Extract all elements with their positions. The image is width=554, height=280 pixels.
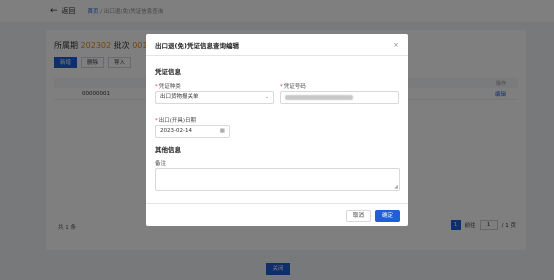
voucher-type-select[interactable]: 出口货物报关单 ⌄ (155, 91, 274, 104)
dialog-title: 出口退(免)凭证信息查询编辑 (155, 41, 239, 50)
section-voucher-title: 凭证信息 (155, 68, 181, 76)
resize-handle-icon[interactable]: ◢ (394, 184, 398, 190)
dialog-footer: 取消 确定 (146, 203, 408, 226)
voucher-type-value: 出口货物报关单 (160, 94, 199, 100)
edit-dialog: 出口退(免)凭证信息查询编辑 × 凭证信息 *凭证种类 出口货物报关单 ⌄ *凭… (146, 34, 408, 226)
date-label: *出口(开具)日期 (155, 118, 197, 124)
calendar-icon: ▦ (219, 128, 225, 134)
date-picker[interactable]: 2023-02-14 ▦ (155, 125, 230, 138)
dialog-header: 出口退(免)凭证信息查询编辑 × (146, 34, 408, 56)
voucher-no-label: *凭证号码 (280, 84, 306, 90)
voucher-no-input[interactable] (280, 91, 399, 104)
remark-textarea[interactable]: ◢ (155, 168, 400, 191)
close-icon[interactable]: × (393, 41, 399, 49)
section-other-title: 其他信息 (155, 146, 181, 154)
redacted-value (285, 95, 353, 100)
ok-button[interactable]: 确定 (375, 210, 401, 222)
remark-label: 备注 (155, 161, 167, 167)
chevron-down-icon: ⌄ (264, 94, 269, 100)
cancel-button[interactable]: 取消 (346, 210, 372, 222)
date-value: 2023-02-14 (160, 128, 192, 134)
voucher-type-label: *凭证种类 (155, 84, 181, 90)
